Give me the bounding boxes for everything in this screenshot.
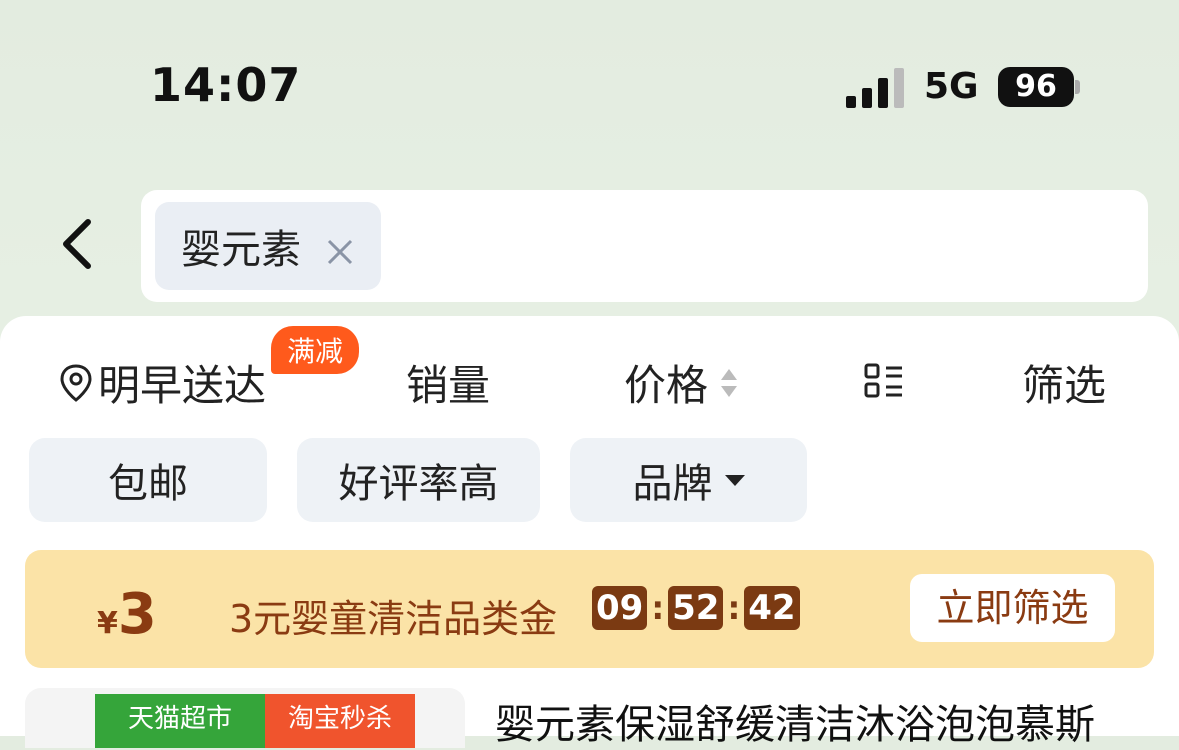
status-time: 14:07 <box>150 58 302 112</box>
product-title[interactable]: 婴元素保湿舒缓清洁沐浴泡泡慕斯 <box>495 692 1095 750</box>
cellular-signal-icon <box>846 66 906 108</box>
tmall-tag: 天猫超市 <box>95 694 265 748</box>
back-button[interactable] <box>52 212 112 276</box>
sort-price[interactable]: 价格 <box>624 352 740 413</box>
chevron-left-icon <box>63 219 91 269</box>
flash-sale-tag: 淘宝秒杀 <box>265 694 415 748</box>
battery-level: 96 <box>1015 69 1057 104</box>
countdown-minutes: 52 <box>668 586 724 630</box>
countdown-timer: 09 : 52 : 42 <box>592 586 800 630</box>
coupon-banner: ¥3 3元婴童清洁品类金 09 : 52 : 42 立即筛选 <box>25 550 1154 668</box>
filter-high-rating[interactable]: 好评率高 <box>297 438 540 522</box>
coupon-amount: ¥3 <box>97 582 157 647</box>
filter-free-shipping[interactable]: 包邮 <box>29 438 267 522</box>
results-panel: 明早送达 满减 销量 价格 筛选 包邮 好评率高 品牌 ¥3 3元婴童清洁品类金… <box>0 316 1179 748</box>
countdown-hours: 09 <box>592 586 648 630</box>
layout-toggle-button[interactable] <box>864 360 904 409</box>
sort-bar: 明早送达 满减 销量 价格 筛选 <box>0 316 1179 436</box>
network-type: 5G <box>924 66 979 107</box>
currency-symbol: ¥ <box>97 606 118 641</box>
timer-separator: : <box>727 589 741 627</box>
coupon-description: 3元婴童清洁品类金 <box>229 597 558 641</box>
search-chip-label: 婴元素 <box>181 227 301 273</box>
list-view-icon <box>864 363 902 398</box>
battery-icon: 96 <box>998 67 1074 107</box>
coupon-value: 3 <box>117 582 157 647</box>
sort-arrows-icon <box>721 368 738 397</box>
battery-cap <box>1075 80 1080 94</box>
sort-delivery[interactable]: 明早送达 <box>58 352 266 413</box>
caret-down-icon <box>724 475 745 486</box>
filter-brand[interactable]: 品牌 <box>570 438 807 522</box>
discount-badge: 满减 <box>271 326 360 374</box>
sort-delivery-label: 明早送达 <box>98 361 267 410</box>
timer-separator: : <box>651 589 665 627</box>
filter-brand-label: 品牌 <box>632 461 713 507</box>
location-pin-icon <box>60 363 92 402</box>
status-bar: 14:07 5G 96 <box>0 0 1179 180</box>
search-input[interactable]: 婴元素 <box>141 190 1148 302</box>
countdown-seconds: 42 <box>744 586 800 630</box>
search-chip[interactable]: 婴元素 <box>155 202 381 290</box>
product-card[interactable]: 天猫超市 淘宝秒杀 婴元素保湿舒缓清洁沐浴泡泡慕斯 <box>0 688 1179 748</box>
product-image[interactable]: 天猫超市 淘宝秒杀 <box>25 688 465 748</box>
close-icon[interactable] <box>325 231 355 265</box>
filter-button[interactable]: 筛选 <box>1022 352 1106 413</box>
sort-price-label: 价格 <box>624 361 709 410</box>
apply-filter-button[interactable]: 立即筛选 <box>910 574 1115 642</box>
sort-sales[interactable]: 销量 <box>406 352 490 413</box>
